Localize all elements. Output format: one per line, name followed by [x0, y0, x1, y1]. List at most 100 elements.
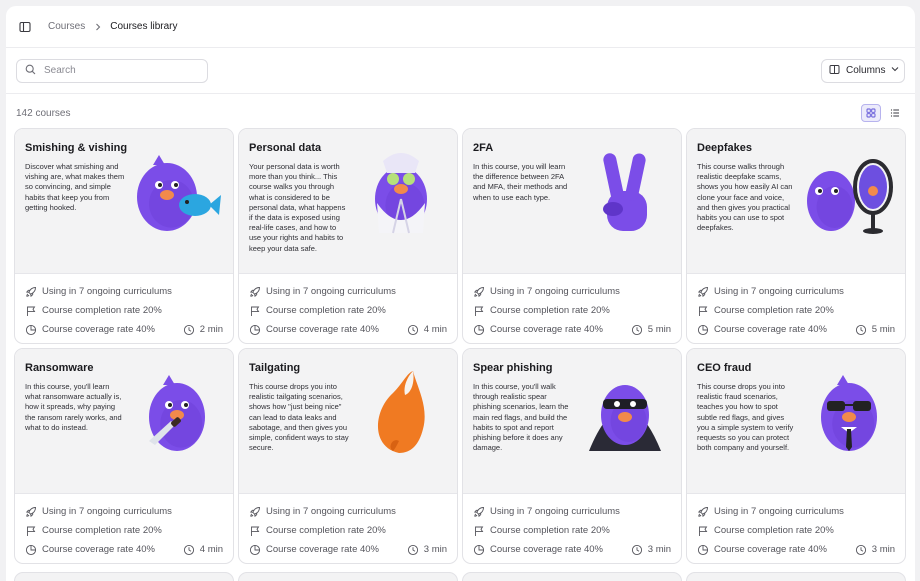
clock-icon: [631, 324, 642, 335]
duration: 4 min: [183, 544, 223, 556]
course-card[interactable]: Personal data Your personal data is wort…: [238, 128, 458, 344]
course-card[interactable]: Ransomware In this course, you'll learn …: [14, 348, 234, 564]
curricula-row: Using in 7 ongoing curriculums: [25, 502, 223, 521]
duration: 4 min: [407, 324, 447, 336]
course-description: In this course, you will learn the diffe…: [473, 162, 568, 202]
curricula-row: Using in 7 ongoing curriculums: [473, 502, 671, 521]
course-card-next-row[interactable]: [686, 572, 906, 581]
card-header: Tailgating This course drops you into re…: [239, 349, 457, 494]
columns-button[interactable]: Columns: [821, 58, 905, 83]
grid-view-button[interactable]: [861, 104, 881, 122]
coverage-row: Course coverage rate 40% 4 min: [249, 320, 447, 339]
curricula-row: Using in 7 ongoing curriculums: [473, 282, 671, 301]
breadcrumb-current: Courses library: [110, 21, 178, 32]
pie-chart-icon: [249, 544, 261, 556]
card-stats: Using in 7 ongoing curriculums Course co…: [463, 494, 681, 559]
sidebar-toggle-icon[interactable]: [18, 20, 32, 34]
mascot-in-bathrobe-illustration: [375, 153, 427, 234]
duration-text: 3 min: [871, 544, 895, 555]
fox-tail-illustration: [377, 371, 425, 453]
clock-icon: [631, 544, 642, 555]
search-box[interactable]: [16, 58, 208, 83]
mascot-with-fish-illustration: [137, 155, 221, 231]
flag-icon: [25, 305, 37, 317]
rocket-icon: [473, 286, 485, 298]
coverage-row: Course coverage rate 40% 4 min: [25, 540, 223, 559]
course-card[interactable]: CEO fraud This course drops you into rea…: [686, 348, 906, 564]
completion-row: Course completion rate 20%: [25, 301, 223, 320]
course-card[interactable]: Smishing & vishing Discover what smishin…: [14, 128, 234, 344]
coverage-row: Course coverage rate 40% 5 min: [473, 320, 671, 339]
card-stats: Using in 7 ongoing curriculums Course co…: [687, 494, 905, 559]
search-icon: [25, 62, 36, 80]
completion-row: Course completion rate 20%: [697, 301, 895, 320]
curricula-text: Using in 7 ongoing curriculums: [714, 506, 844, 517]
course-description: This course drops you into realistic fra…: [697, 382, 794, 453]
duration-text: 5 min: [647, 324, 671, 335]
clock-icon: [407, 324, 418, 335]
course-title: Ransomware: [25, 362, 94, 374]
flag-icon: [697, 305, 709, 317]
course-card-next-row[interactable]: [14, 572, 234, 581]
card-stats: Using in 7 ongoing curriculums Course co…: [239, 494, 457, 559]
course-card[interactable]: 2FA In this course, you will learn the d…: [462, 128, 682, 344]
clock-icon: [855, 324, 866, 335]
completion-row: Course completion rate 20%: [25, 521, 223, 540]
list-view-button[interactable]: [885, 104, 905, 122]
filter-bar: Columns: [6, 48, 915, 94]
course-card[interactable]: Tailgating This course drops you into re…: [238, 348, 458, 564]
coverage-row: Course coverage rate 40% 3 min: [249, 540, 447, 559]
coverage-row: Course coverage rate 40% 5 min: [697, 320, 895, 339]
card-stats: Using in 7 ongoing curriculums Course co…: [15, 494, 233, 559]
completion-text: Course completion rate 20%: [266, 525, 386, 536]
curricula-text: Using in 7 ongoing curriculums: [490, 286, 620, 297]
search-input[interactable]: [44, 65, 194, 76]
course-card-next-row[interactable]: [462, 572, 682, 581]
course-card[interactable]: Deepfakes This course walks through real…: [686, 128, 906, 344]
curricula-row: Using in 7 ongoing curriculums: [249, 502, 447, 521]
completion-text: Course completion rate 20%: [490, 525, 610, 536]
completion-row: Course completion rate 20%: [473, 521, 671, 540]
flag-icon: [697, 525, 709, 537]
duration: 3 min: [631, 544, 671, 556]
course-title: Tailgating: [249, 362, 301, 374]
flag-icon: [473, 525, 485, 537]
columns-label: Columns: [846, 65, 886, 76]
duration-text: 2 min: [199, 324, 223, 335]
course-description: This course walks through realistic deep…: [697, 162, 793, 233]
chevron-right-icon: [94, 23, 102, 31]
flag-icon: [249, 525, 261, 537]
course-title: Deepfakes: [697, 142, 753, 154]
curricula-text: Using in 7 ongoing curriculums: [42, 286, 172, 297]
flag-icon: [25, 525, 37, 537]
course-card-next-row[interactable]: [238, 572, 458, 581]
coverage-text: Course coverage rate 40%: [490, 324, 604, 335]
course-description: This course drops you into realistic tai…: [249, 382, 349, 453]
flag-icon: [249, 305, 261, 317]
completion-text: Course completion rate 20%: [266, 305, 386, 316]
course-grid: Smishing & vishing Discover what smishin…: [14, 128, 907, 564]
card-header: Smishing & vishing Discover what smishin…: [15, 129, 233, 274]
pie-chart-icon: [697, 544, 709, 556]
pie-chart-icon: [25, 324, 37, 336]
rocket-icon: [25, 506, 37, 518]
rocket-icon: [697, 286, 709, 298]
pie-chart-icon: [249, 324, 261, 336]
course-illustration: [353, 367, 449, 457]
card-header: Personal data Your personal data is wort…: [239, 129, 457, 274]
clock-icon: [183, 324, 194, 335]
pie-chart-icon: [473, 324, 485, 336]
coverage-row: Course coverage rate 40% 3 min: [473, 540, 671, 559]
course-card[interactable]: Spear phishing In this course, you'll wa…: [462, 348, 682, 564]
duration-text: 3 min: [423, 544, 447, 555]
view-toggle: [861, 104, 905, 122]
completion-row: Course completion rate 20%: [249, 521, 447, 540]
curricula-text: Using in 7 ongoing curriculums: [42, 506, 172, 517]
completion-text: Course completion rate 20%: [490, 305, 610, 316]
course-description: Your personal data is worth more than yo…: [249, 162, 346, 253]
columns-icon: [829, 64, 840, 78]
completion-row: Course completion rate 20%: [249, 301, 447, 320]
breadcrumb-courses[interactable]: Courses: [48, 21, 85, 32]
clock-icon: [855, 544, 866, 555]
card-header: 2FA In this course, you will learn the d…: [463, 129, 681, 274]
